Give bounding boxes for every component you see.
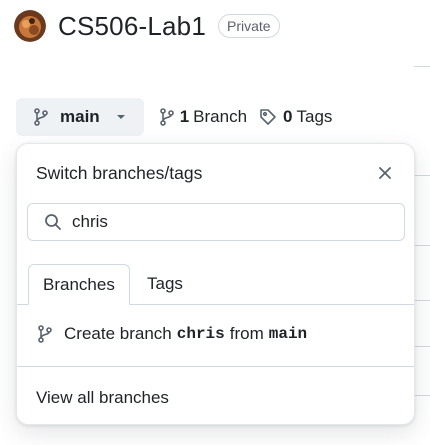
avatar[interactable] <box>14 10 46 42</box>
branch-search-input[interactable] <box>72 212 372 232</box>
chevron-down-icon <box>116 114 126 120</box>
current-branch-label: main <box>60 107 100 126</box>
git-branch-icon <box>38 325 52 343</box>
tags-link[interactable]: 0 Tags <box>259 107 332 127</box>
new-branch-name: chris <box>176 325 225 343</box>
tag-count: 0 <box>283 107 293 126</box>
close-icon[interactable] <box>376 164 394 182</box>
tabs-row: Branches Tags <box>17 264 414 305</box>
repo-name[interactable]: CS506-Lab1 <box>58 11 206 42</box>
branch-count: 1 <box>179 107 190 126</box>
tag-count-label: Tags <box>296 107 333 126</box>
divider <box>414 346 430 347</box>
divider <box>414 175 430 176</box>
branches-link[interactable]: 1 Branch <box>159 107 248 127</box>
source-branch-name: main <box>268 325 308 343</box>
git-branch-icon <box>34 108 48 126</box>
branch-select-button[interactable]: main <box>16 98 144 136</box>
tab-branches[interactable]: Branches <box>28 264 130 305</box>
tab-tags[interactable]: Tags <box>133 264 197 304</box>
create-branch-middle: from <box>229 324 264 343</box>
visibility-badge: Private <box>218 14 280 38</box>
divider <box>414 66 430 67</box>
branch-switcher-popover: Switch branches/tags Branches Tags <box>16 143 415 425</box>
branch-count-label: Branch <box>193 107 248 126</box>
popover-title: Switch branches/tags <box>36 163 203 183</box>
create-branch-prefix: Create branch <box>64 324 172 343</box>
branch-bar: main 1 Branch 0 Tags <box>16 98 332 136</box>
tag-icon <box>259 108 277 126</box>
repo-header: CS506-Lab1 Private <box>14 10 280 42</box>
divider <box>414 245 430 246</box>
branch-search-field[interactable] <box>27 203 405 241</box>
divider <box>414 300 430 301</box>
divider <box>17 366 414 367</box>
search-icon <box>44 213 62 231</box>
view-all-branches-link[interactable]: View all branches <box>36 388 169 408</box>
create-branch-item[interactable]: Create branch chris from main <box>38 324 307 344</box>
git-branch-icon <box>159 108 174 126</box>
divider <box>414 395 430 396</box>
